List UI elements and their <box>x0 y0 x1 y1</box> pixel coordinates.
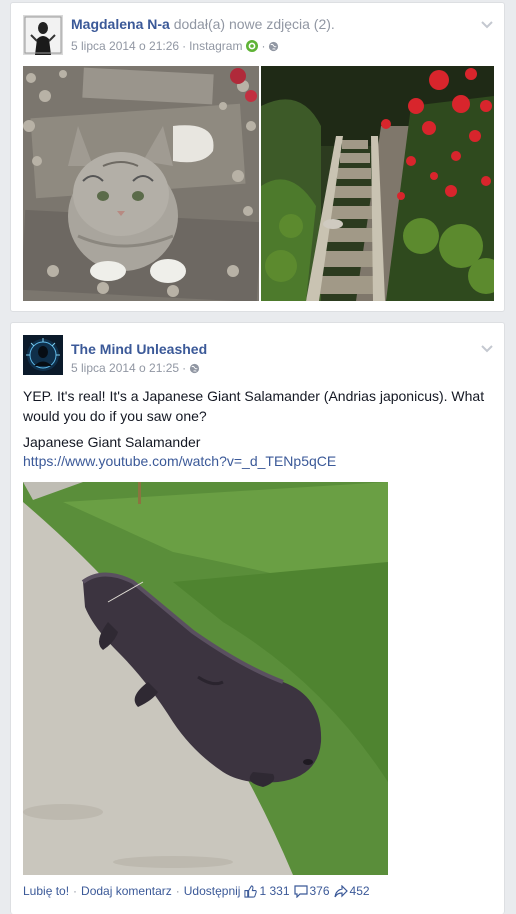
chevron-down-icon[interactable] <box>480 17 494 29</box>
link-title: Japanese Giant Salamander <box>23 434 201 450</box>
post-meta: 5 lipca 2014 o 21:26 · Instagram · <box>71 39 279 53</box>
post-date[interactable]: 5 lipca 2014 o 21:26 <box>71 39 179 53</box>
post-date[interactable]: 5 lipca 2014 o 21:25 <box>71 361 179 375</box>
meta-separator: · <box>182 361 187 375</box>
page-name[interactable]: The Mind Unleashed <box>71 341 207 357</box>
shares-count: 452 <box>349 884 370 898</box>
like-button[interactable]: Lubię to! <box>23 884 69 898</box>
globe-icon[interactable] <box>268 41 279 52</box>
post-footer: Lubię to! · Dodaj komentarz · Udostępnij… <box>23 884 370 898</box>
avatar[interactable] <box>23 335 63 375</box>
avatar[interactable] <box>23 15 63 55</box>
likes-stat[interactable]: 1 331 <box>244 884 290 898</box>
comment-button[interactable]: Dodaj komentarz <box>81 884 172 898</box>
post-card-1: Magdalena N-a dodał(a) nowe zdjęcia (2).… <box>10 2 505 312</box>
post-action-text: dodał(a) nowe zdjęcia (2). <box>173 16 335 32</box>
post-author-line: Magdalena N-a dodał(a) nowe zdjęcia (2). <box>71 16 335 32</box>
post-text: YEP. It's real! It's a Japanese Giant Sa… <box>23 388 485 424</box>
author-name[interactable]: Magdalena N-a <box>71 16 170 32</box>
comment-icon <box>293 884 310 898</box>
like-icon <box>244 884 259 898</box>
share-icon <box>333 884 350 898</box>
instagram-icon <box>246 40 259 52</box>
photo-cat-on-stone-path[interactable] <box>23 66 259 301</box>
likes-count: 1 331 <box>259 884 290 898</box>
meta-separator: · <box>261 39 266 53</box>
link-url[interactable]: https://www.youtube.com/watch?v=_d_TENp5… <box>23 453 336 469</box>
footer-separator: · <box>73 884 78 898</box>
post-source[interactable]: Instagram <box>189 39 242 53</box>
shares-stat[interactable]: 452 <box>333 884 370 898</box>
comments-stat[interactable]: 376 <box>293 884 330 898</box>
comments-count: 376 <box>309 884 330 898</box>
post-card-2: The Mind Unleashed 5 lipca 2014 o 21:25 … <box>10 322 505 914</box>
chevron-down-icon[interactable] <box>480 341 494 353</box>
post-meta: 5 lipca 2014 o 21:25 · <box>71 361 200 375</box>
photo-giant-salamander-on-grass[interactable] <box>23 482 388 875</box>
globe-icon[interactable] <box>189 363 200 374</box>
photo-garden-path-red-flowers[interactable] <box>261 66 494 301</box>
footer-separator: · <box>175 884 180 898</box>
meta-separator: · <box>182 39 187 53</box>
share-button[interactable]: Udostępnij <box>184 884 241 898</box>
